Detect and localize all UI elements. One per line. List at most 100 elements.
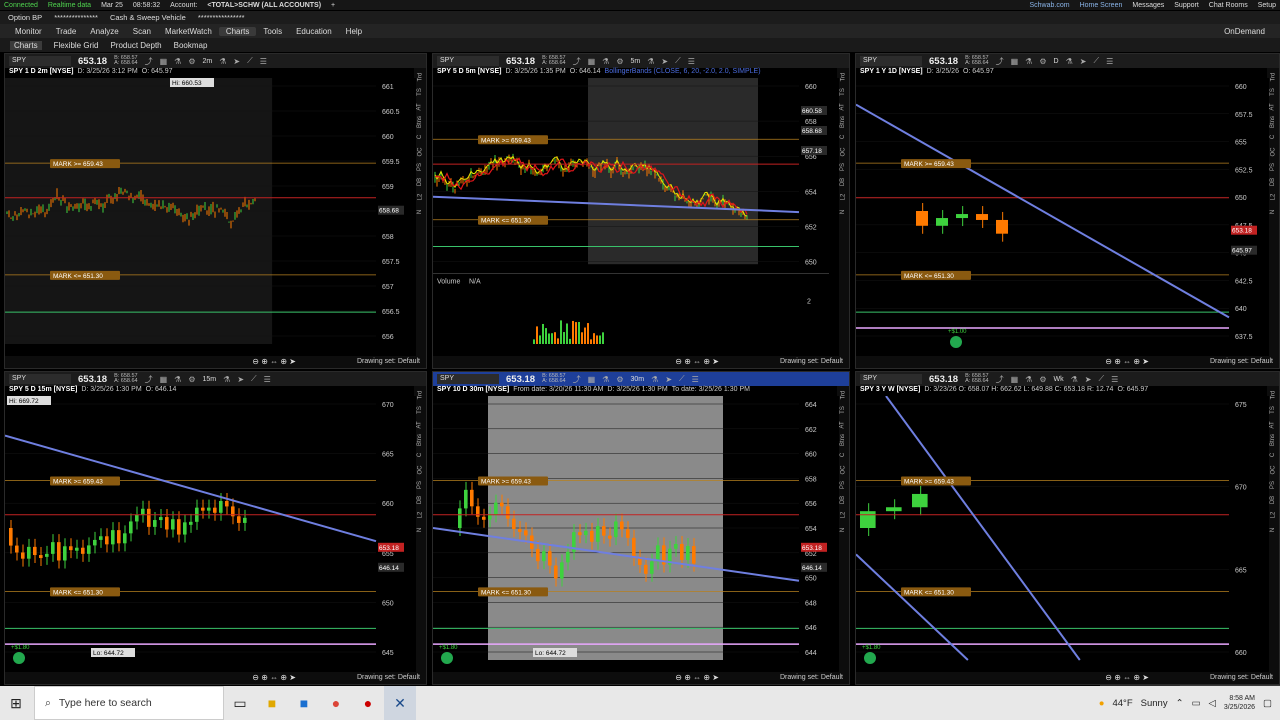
side-tab-l2[interactable]: L2: [417, 194, 423, 201]
drawing-icon[interactable]: ⟋: [1093, 56, 1099, 66]
side-tab-l2[interactable]: L2: [840, 194, 846, 201]
side-tab-btns[interactable]: Btns: [1270, 116, 1276, 128]
side-tab-db[interactable]: DB: [417, 178, 423, 186]
layout-icon[interactable]: ☰: [692, 375, 699, 384]
file-explorer-icon[interactable]: ■: [256, 686, 288, 720]
side-tab-trd[interactable]: Trd: [840, 391, 846, 400]
link-setup[interactable]: Setup: [1258, 2, 1276, 9]
drawing-set-label[interactable]: Drawing set: Default: [780, 674, 843, 681]
side-tab-db[interactable]: DB: [840, 496, 846, 504]
share-icon[interactable]: ⤴: [573, 56, 581, 67]
symbol-selector[interactable]: SPY: [9, 374, 71, 384]
layout-icon[interactable]: ☰: [264, 375, 271, 384]
side-tab-c[interactable]: C: [840, 135, 846, 139]
mark-low-alert[interactable]: MARK <= 651.30: [50, 587, 120, 597]
side-tab-at[interactable]: AT: [840, 103, 846, 110]
side-tab-c[interactable]: C: [1270, 135, 1276, 139]
side-tab-at[interactable]: AT: [1270, 103, 1276, 110]
clock[interactable]: 8:58 AM 3/25/2026: [1224, 694, 1255, 712]
side-tab-db[interactable]: DB: [417, 496, 423, 504]
gear-icon[interactable]: ⚙: [1039, 375, 1046, 384]
store-icon[interactable]: ■: [288, 686, 320, 720]
chart-canvas[interactable]: 6756706656603/234/64/135/45/11MARK >= 65…: [856, 396, 1269, 684]
tray-chevron-icon[interactable]: ⌃: [1176, 698, 1184, 709]
drawing-icon[interactable]: ⟋: [251, 374, 257, 384]
share-icon[interactable]: ⤴: [996, 56, 1004, 67]
side-tab-ps[interactable]: PS: [840, 481, 846, 489]
side-tab-ps[interactable]: PS: [417, 163, 423, 171]
side-tab-at[interactable]: AT: [1270, 421, 1276, 428]
cursor-icon[interactable]: ➤: [661, 57, 668, 66]
add-icon[interactable]: +: [331, 2, 335, 9]
zoom-controls[interactable]: ⊖ ⊕ ⇔ ⊕ ➤: [1105, 673, 1149, 682]
side-tab-oc[interactable]: OC: [840, 466, 846, 475]
drawing-icon[interactable]: ⟋: [679, 374, 685, 384]
side-tab-ts[interactable]: TS: [1270, 406, 1276, 414]
side-tab-l2[interactable]: L2: [840, 512, 846, 519]
side-tab-at[interactable]: AT: [417, 103, 423, 110]
app-icon[interactable]: ●: [352, 686, 384, 720]
drawing-set-label[interactable]: Drawing set: Default: [1210, 358, 1273, 365]
link-support[interactable]: Support: [1174, 2, 1199, 9]
grid-icon[interactable]: ▦: [588, 375, 596, 384]
side-tab-ps[interactable]: PS: [417, 481, 423, 489]
side-tab-trd[interactable]: Trd: [417, 391, 423, 400]
side-tab-oc[interactable]: OC: [1270, 466, 1276, 475]
chart-canvas[interactable]: 664662660658656654652650648646644FriMonT…: [433, 396, 839, 684]
menu-scan[interactable]: Scan: [126, 27, 158, 36]
aggregation-selector[interactable]: 2m: [203, 58, 213, 65]
cursor-icon[interactable]: ➤: [233, 57, 240, 66]
drawing-icon[interactable]: ⟋: [675, 56, 681, 66]
volume-icon[interactable]: ◁: [1209, 698, 1216, 709]
side-tab-at[interactable]: AT: [417, 421, 423, 428]
side-tab-l2[interactable]: L2: [1270, 194, 1276, 201]
windows-start-icon[interactable]: ⊞: [0, 686, 32, 720]
aggregation-selector[interactable]: D: [1054, 58, 1059, 65]
drawing-icon[interactable]: ⟋: [247, 56, 253, 66]
layout-icon[interactable]: ☰: [1111, 375, 1118, 384]
mark-low-alert[interactable]: MARK <= 651.30: [50, 270, 120, 280]
mark-low-alert[interactable]: MARK <= 651.30: [478, 215, 548, 225]
side-tab-ts[interactable]: TS: [1270, 88, 1276, 96]
side-tab-at[interactable]: AT: [840, 421, 846, 428]
side-tab-c[interactable]: C: [1270, 453, 1276, 457]
cursor-icon[interactable]: ➤: [665, 375, 672, 384]
side-tab-ts[interactable]: TS: [417, 88, 423, 96]
side-tab-trd[interactable]: Trd: [840, 73, 846, 82]
thinkorswim-icon[interactable]: ✕: [384, 686, 416, 720]
side-tab-btns[interactable]: Btns: [417, 116, 423, 128]
flask-icon[interactable]: ⚗: [1025, 57, 1032, 66]
zoom-controls[interactable]: ⊖ ⊕ ⇔ ⊕ ➤: [675, 357, 719, 366]
flask-icon[interactable]: ⚗: [602, 375, 609, 384]
mark-low-alert[interactable]: MARK <= 651.30: [901, 270, 971, 280]
side-tab-c[interactable]: C: [840, 453, 846, 457]
mark-low-alert[interactable]: MARK <= 651.30: [478, 587, 548, 597]
link-chat-rooms[interactable]: Chat Rooms: [1209, 2, 1248, 9]
link-home-screen[interactable]: Home Screen: [1080, 2, 1123, 9]
symbol-selector[interactable]: SPY: [860, 374, 922, 384]
aggregation-selector[interactable]: 15m: [203, 376, 217, 383]
side-tab-btns[interactable]: Btns: [417, 434, 423, 446]
side-tab-l2[interactable]: L2: [1270, 512, 1276, 519]
flask-icon[interactable]: ⚗: [602, 57, 609, 66]
share-icon[interactable]: ⤴: [573, 374, 581, 385]
side-tab-n[interactable]: N: [840, 528, 846, 532]
side-tab-db[interactable]: DB: [1270, 178, 1276, 186]
menu-charts[interactable]: Charts: [218, 26, 257, 36]
weather-condition[interactable]: Sunny: [1141, 698, 1168, 709]
flask-icon[interactable]: ⚗: [174, 57, 181, 66]
link-messages[interactable]: Messages: [1132, 2, 1164, 9]
chrome-icon[interactable]: ●: [320, 686, 352, 720]
mark-high-alert[interactable]: MARK >= 659.43: [478, 135, 548, 145]
drawing-set-label[interactable]: Drawing set: Default: [357, 358, 420, 365]
menu-education[interactable]: Education: [289, 27, 339, 36]
zoom-controls[interactable]: ⊖ ⊕ ⇔ ⊕ ➤: [252, 673, 296, 682]
side-tab-db[interactable]: DB: [840, 178, 846, 186]
beaker-icon[interactable]: ⚗: [223, 375, 230, 384]
mark-low-alert[interactable]: MARK <= 651.30: [901, 587, 971, 597]
beaker-icon[interactable]: ⚗: [219, 57, 226, 66]
grid-icon[interactable]: ▦: [160, 57, 168, 66]
subtab-product-depth[interactable]: Product Depth: [110, 41, 161, 50]
mark-high-alert[interactable]: MARK >= 659.43: [901, 476, 971, 486]
side-tab-ts[interactable]: TS: [840, 406, 846, 414]
